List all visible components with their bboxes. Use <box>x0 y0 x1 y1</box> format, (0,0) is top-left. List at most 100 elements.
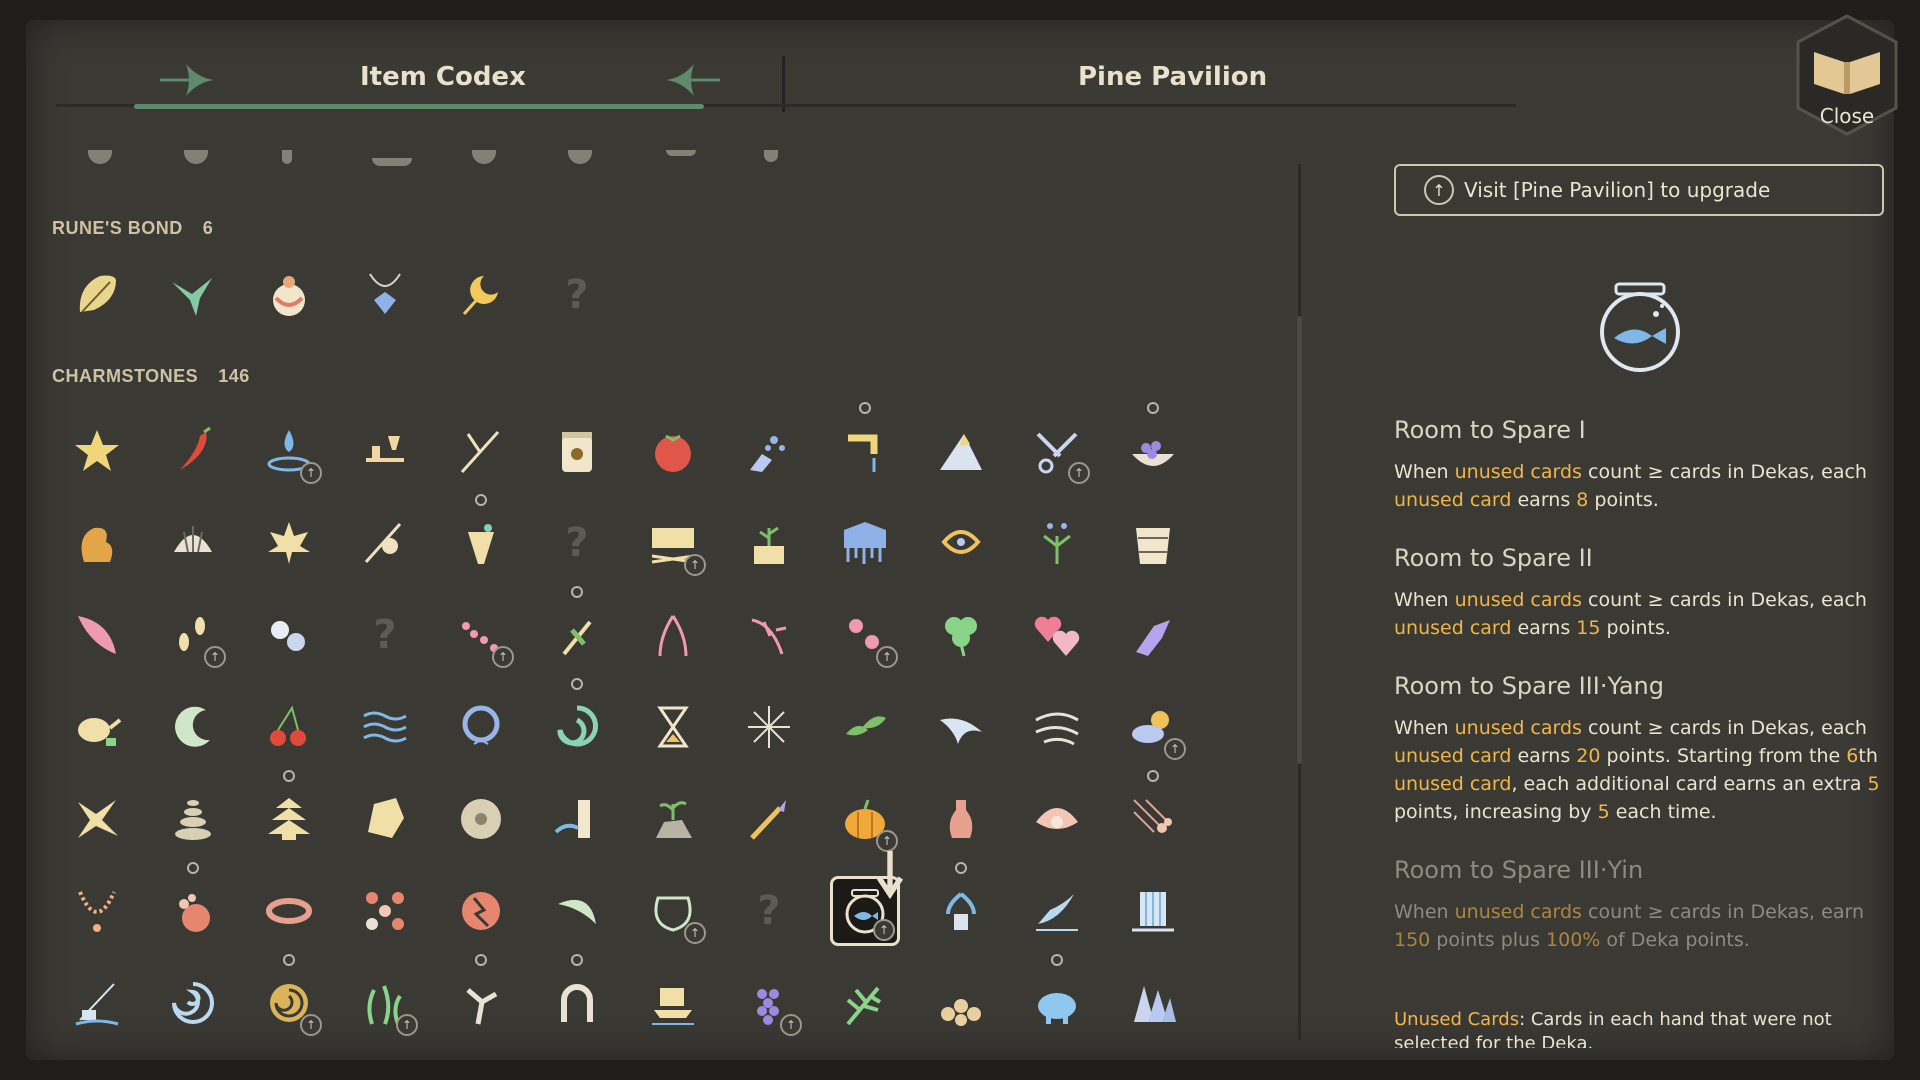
swirl-fish-icon[interactable] <box>926 508 996 578</box>
curled-leaf-icon[interactable] <box>542 876 612 946</box>
seaweed-icon[interactable]: ↑ <box>350 968 420 1038</box>
seashell-icon[interactable] <box>158 508 228 578</box>
rune-jar-icon[interactable] <box>254 260 324 330</box>
close-button[interactable]: Close <box>1782 12 1912 142</box>
coral-branch-icon[interactable] <box>734 600 804 670</box>
empty-bowl-icon[interactable]: ↑ <box>638 876 708 946</box>
visit-pavilion-button[interactable]: ↑ Visit [Pine Pavilion] to upgrade <box>1394 164 1884 216</box>
shooting-stars-icon[interactable] <box>1118 770 1188 854</box>
teapot-icon[interactable] <box>62 692 132 762</box>
wind-branch-icon[interactable] <box>1022 692 1092 762</box>
rough-stone-icon[interactable] <box>350 784 420 854</box>
unknown-item-slot[interactable]: ? <box>542 508 612 578</box>
golden-spiral-icon[interactable]: ↑ <box>254 954 324 1038</box>
maple-leaf-icon[interactable] <box>254 508 324 578</box>
waves-icon[interactable] <box>350 692 420 762</box>
moon-hand-icon[interactable] <box>158 692 228 762</box>
hourglass-icon[interactable] <box>638 692 708 762</box>
pearl-clam-icon[interactable] <box>1022 784 1092 854</box>
next-arrow-icon[interactable] <box>654 60 724 100</box>
leaping-fish-icon[interactable] <box>1022 876 1092 946</box>
sun-cloud-icon[interactable]: ↑ <box>1118 692 1188 762</box>
rune-necklace-icon[interactable] <box>350 260 420 330</box>
pliers-icon[interactable]: ↑ <box>1022 416 1092 486</box>
herb-sprig-icon[interactable] <box>1022 508 1092 578</box>
stacked-stones-icon[interactable] <box>158 784 228 854</box>
wave-scroll-icon[interactable] <box>542 784 612 854</box>
firewood-logs-icon[interactable] <box>926 968 996 1038</box>
tomato-icon[interactable] <box>638 416 708 486</box>
prev-arrow-icon[interactable] <box>156 60 226 100</box>
icicle-cube-icon[interactable] <box>830 508 900 578</box>
footprints-icon[interactable]: ↑ <box>158 600 228 670</box>
folding-fan-icon[interactable] <box>1118 968 1188 1038</box>
vase-icon[interactable] <box>926 784 996 854</box>
ability-title: Room to Spare III·Yang <box>1394 672 1664 700</box>
pink-feather-icon[interactable] <box>62 600 132 670</box>
pagoda-icon[interactable] <box>254 770 324 854</box>
mountain-icon[interactable] <box>926 416 996 486</box>
magic-hand-icon[interactable] <box>734 416 804 486</box>
star-fruit-icon[interactable] <box>62 416 132 486</box>
ore-pot-icon[interactable] <box>158 862 228 946</box>
fisherman-icon[interactable] <box>62 968 132 1038</box>
unknown-item-slot[interactable]: ? <box>542 260 612 330</box>
mirror-ring-icon[interactable] <box>446 692 516 762</box>
cherries-icon[interactable] <box>254 692 324 762</box>
twin-pearls-icon[interactable] <box>254 600 324 670</box>
pipe-tap-icon[interactable] <box>830 402 900 486</box>
sparkle-burst-icon[interactable] <box>734 692 804 762</box>
fountain-icon[interactable] <box>926 862 996 946</box>
scattered-pebbles-icon[interactable] <box>350 876 420 946</box>
sprout-axe-icon[interactable] <box>542 586 612 670</box>
item-codex-title[interactable]: Item Codex <box>360 62 526 92</box>
piggy-bank-icon[interactable] <box>1022 954 1092 1038</box>
pumpkin-icon[interactable]: ↑ <box>830 784 900 854</box>
honey-jar-icon[interactable] <box>542 416 612 486</box>
hearts-icon[interactable] <box>1022 600 1092 670</box>
sailboat-icon[interactable] <box>638 968 708 1038</box>
seedling-rock-icon[interactable] <box>638 784 708 854</box>
clover-icon[interactable] <box>926 600 996 670</box>
shattered-flower-icon[interactable] <box>62 784 132 854</box>
swallow-bird-icon[interactable] <box>926 692 996 762</box>
rune-moon-staff-icon[interactable] <box>446 260 516 330</box>
torch-icon[interactable] <box>734 784 804 854</box>
palm-frond-icon[interactable] <box>830 968 900 1038</box>
abacus-icon[interactable]: ↑ <box>638 508 708 578</box>
gourd-stick-icon[interactable] <box>350 508 420 578</box>
nautilus-icon[interactable] <box>158 968 228 1038</box>
selected-fishbowl-slot[interactable]: ↑ <box>830 851 904 946</box>
horseshoe-icon[interactable] <box>542 954 612 1038</box>
berry-branch-icon[interactable]: ↑ <box>446 600 516 670</box>
chili-pepper-icon[interactable] <box>158 416 228 486</box>
flower-bouquet-icon[interactable] <box>446 494 516 578</box>
bare-tree-icon[interactable] <box>446 954 516 1038</box>
bead-necklace-icon[interactable] <box>62 876 132 946</box>
upgrade-badge-icon: ↑ <box>204 646 226 668</box>
rune-hummingbird-icon[interactable] <box>158 260 228 330</box>
water-drop-icon[interactable]: ↑ <box>254 416 324 486</box>
goblet-table-icon[interactable] <box>350 416 420 486</box>
squirrel-icon[interactable] <box>62 508 132 578</box>
waterfall-icon[interactable] <box>1118 876 1188 946</box>
sprout-leaves-icon[interactable] <box>830 692 900 762</box>
spiral-shell-icon[interactable] <box>542 678 612 762</box>
cracked-orb-icon[interactable] <box>446 876 516 946</box>
unknown-item-slot[interactable]: ? <box>350 600 420 670</box>
bracelet-icon[interactable] <box>254 876 324 946</box>
scrollbar-thumb[interactable] <box>1297 316 1302 764</box>
round-shield-icon[interactable] <box>446 784 516 854</box>
blossom-flowers-icon[interactable]: ↑ <box>830 600 900 670</box>
selection-pin-icon <box>876 851 904 900</box>
tree-stump-sprout-icon[interactable] <box>734 508 804 578</box>
upgrade-badge-icon: ↑ <box>684 554 706 576</box>
purple-hand-icon[interactable] <box>1118 600 1188 670</box>
tongs-icon[interactable] <box>638 600 708 670</box>
grape-cluster-icon[interactable]: ↑ <box>734 968 804 1038</box>
wooden-bucket-icon[interactable] <box>1118 508 1188 578</box>
grape-bowl-icon[interactable] <box>1118 402 1188 486</box>
rune-leaf-icon[interactable] <box>62 260 132 330</box>
twig-icon[interactable] <box>446 416 516 486</box>
unknown-item-slot[interactable]: ? <box>734 876 804 946</box>
